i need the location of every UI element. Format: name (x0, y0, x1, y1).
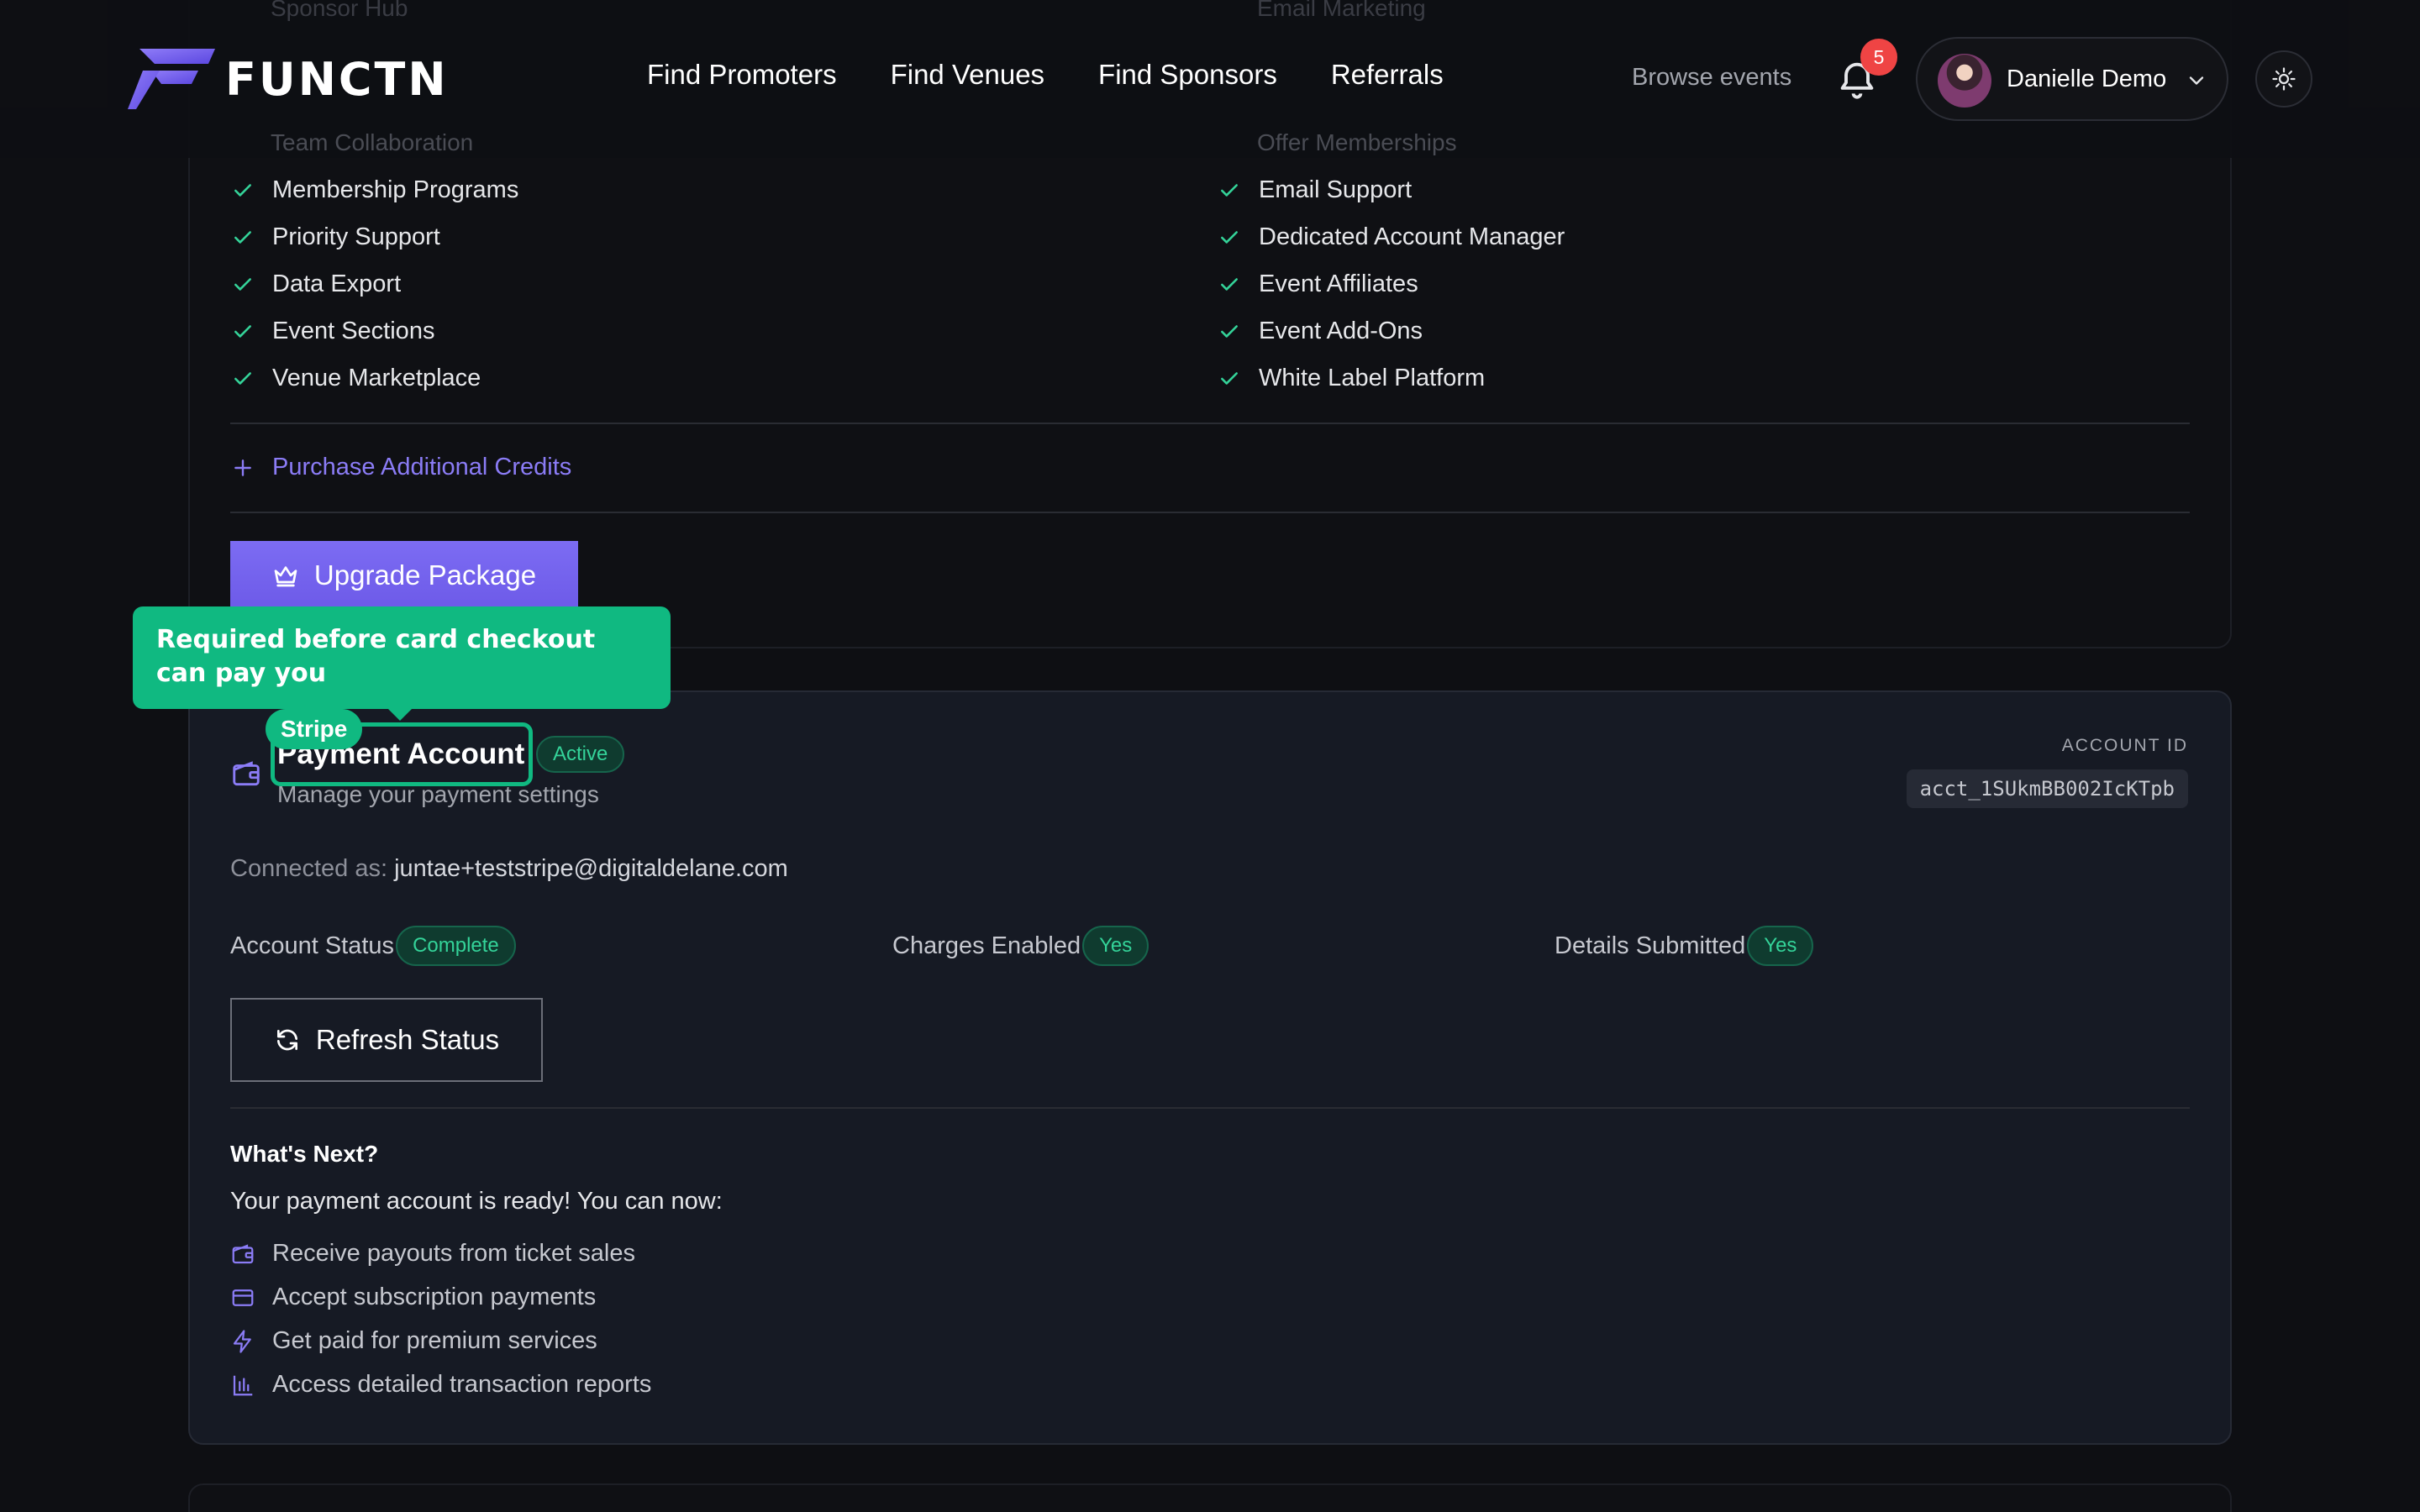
credit-card-icon (232, 1289, 254, 1306)
account-id-value: acct_1SUkmBB002IcKTpb (1906, 769, 2188, 808)
charges-enabled-stat: Charges Enabled Yes (892, 926, 1150, 966)
logo-mark-icon (128, 49, 215, 109)
nav-find-sponsors[interactable]: Find Sponsors (1098, 59, 1277, 91)
onboarding-tooltip: Required before card checkout can pay yo… (133, 606, 671, 709)
wallet-icon (233, 761, 260, 786)
crown-icon (274, 566, 297, 587)
check-icon (234, 183, 251, 197)
feature-item: Event Affiliates (1218, 270, 1418, 298)
check-icon (234, 371, 251, 385)
feature-item: Email Support (1218, 176, 1412, 204)
status-badge: Yes (1082, 926, 1150, 966)
ghost-feature: Sponsor Hub (271, 0, 408, 21)
feature-label: White Label Platform (1259, 365, 1486, 391)
status-badge: Yes (1747, 926, 1814, 966)
check-icon (234, 324, 251, 338)
feature-label: Membership Programs (272, 176, 519, 203)
check-icon (1221, 230, 1238, 244)
perk-item: Accept subscription payments (230, 1284, 596, 1311)
divider (230, 1107, 2190, 1109)
check-icon (234, 277, 251, 291)
account-id-label: ACCOUNT ID (2061, 736, 2188, 755)
feature-item: Priority Support (232, 223, 440, 251)
upgrade-package-button[interactable]: Upgrade Package (230, 541, 578, 610)
check-icon (1221, 183, 1238, 197)
perk-label: Get paid for premium services (272, 1327, 597, 1354)
stripe-tag: Stripe (266, 709, 363, 749)
feature-item: Venue Marketplace (232, 365, 481, 392)
feature-item: Dedicated Account Manager (1218, 223, 1565, 251)
stat-label: Charges Enabled (892, 932, 1081, 959)
whats-next-description: Your payment account is ready! You can n… (230, 1188, 723, 1215)
notification-badge: 5 (1860, 39, 1897, 76)
feature-label: Event Affiliates (1259, 270, 1418, 297)
logo[interactable]: FUNCTN (128, 47, 449, 111)
feature-label: Data Export (272, 270, 402, 297)
user-name: Danielle Demo (2007, 66, 2167, 92)
stat-label: Account Status (230, 932, 395, 959)
nav-find-promoters[interactable]: Find Promoters (647, 59, 837, 91)
purchase-credits-link[interactable]: Purchase Additional Credits (232, 454, 571, 481)
theme-toggle-button[interactable] (2255, 50, 2312, 108)
wallet-icon (232, 1243, 254, 1263)
chevron-down-icon (2189, 76, 2204, 85)
divider (230, 423, 2190, 424)
main-nav: Find Promoters Find Venues Find Sponsors… (647, 59, 1444, 91)
feature-label: Event Add-Ons (1259, 318, 1423, 344)
feature-label: Priority Support (272, 223, 440, 250)
nav-referrals[interactable]: Referrals (1331, 59, 1444, 91)
details-submitted-stat: Details Submitted Yes (1555, 926, 1814, 966)
feature-label: Event Sections (272, 318, 435, 344)
feature-label: Email Support (1259, 176, 1413, 203)
check-icon (1221, 324, 1238, 338)
divider (230, 512, 2190, 513)
payment-subtitle: Manage your payment settings (277, 781, 599, 807)
refresh-icon (276, 1029, 297, 1051)
stat-label: Details Submitted (1555, 932, 1746, 959)
next-card (188, 1483, 2232, 1512)
connected-email: juntae+teststripe@digitaldelane.com (394, 855, 788, 882)
browse-events-link[interactable]: Browse events (1632, 64, 1791, 92)
feature-label: Dedicated Account Manager (1259, 223, 1565, 250)
status-badge: Active (536, 736, 625, 773)
feature-item: White Label Platform (1218, 365, 1485, 392)
avatar (1938, 54, 1991, 108)
connected-as: Connected as: juntae+teststripe@digitald… (230, 855, 788, 883)
purchase-credits-label: Purchase Additional Credits (272, 454, 572, 480)
sun-icon (2272, 67, 2296, 91)
feature-item: Event Sections (232, 318, 434, 345)
feature-item: Membership Programs (232, 176, 518, 204)
tooltip-arrow (387, 707, 413, 721)
refresh-status-button[interactable]: Refresh Status (230, 998, 543, 1082)
feature-item: Event Add-Ons (1218, 318, 1423, 345)
refresh-status-label: Refresh Status (315, 1024, 500, 1055)
feature-label: Venue Marketplace (272, 365, 481, 391)
perk-label: Receive payouts from ticket sales (272, 1240, 635, 1267)
perk-item: Receive payouts from ticket sales (230, 1240, 635, 1268)
ghost-feature: Offer Memberships (1257, 129, 1457, 155)
check-icon (234, 230, 251, 244)
plus-icon (234, 459, 251, 476)
upgrade-package-label: Upgrade Package (313, 559, 537, 591)
status-badge: Complete (396, 926, 516, 966)
perk-label: Access detailed transaction reports (272, 1371, 652, 1398)
ghost-feature: Email Marketing (1257, 0, 1426, 21)
logo-text: FUNCTN (225, 52, 449, 106)
perk-label: Accept subscription payments (272, 1284, 597, 1310)
whats-next-heading: What's Next? (230, 1141, 379, 1167)
account-status-stat: Account Status Complete (230, 926, 516, 966)
check-icon (1221, 371, 1238, 385)
ghost-feature: Team Collaboration (271, 129, 474, 155)
user-menu[interactable]: Danielle Demo (1916, 37, 2228, 121)
nav-find-venues[interactable]: Find Venues (891, 59, 1044, 91)
perk-item: Access detailed transaction reports (230, 1371, 651, 1399)
feature-item: Data Export (232, 270, 401, 298)
perk-item: Get paid for premium services (230, 1327, 597, 1355)
check-icon (1221, 277, 1238, 291)
lightning-icon (233, 1329, 251, 1353)
bar-chart-icon (233, 1375, 253, 1395)
connected-label: Connected as: (230, 855, 388, 882)
